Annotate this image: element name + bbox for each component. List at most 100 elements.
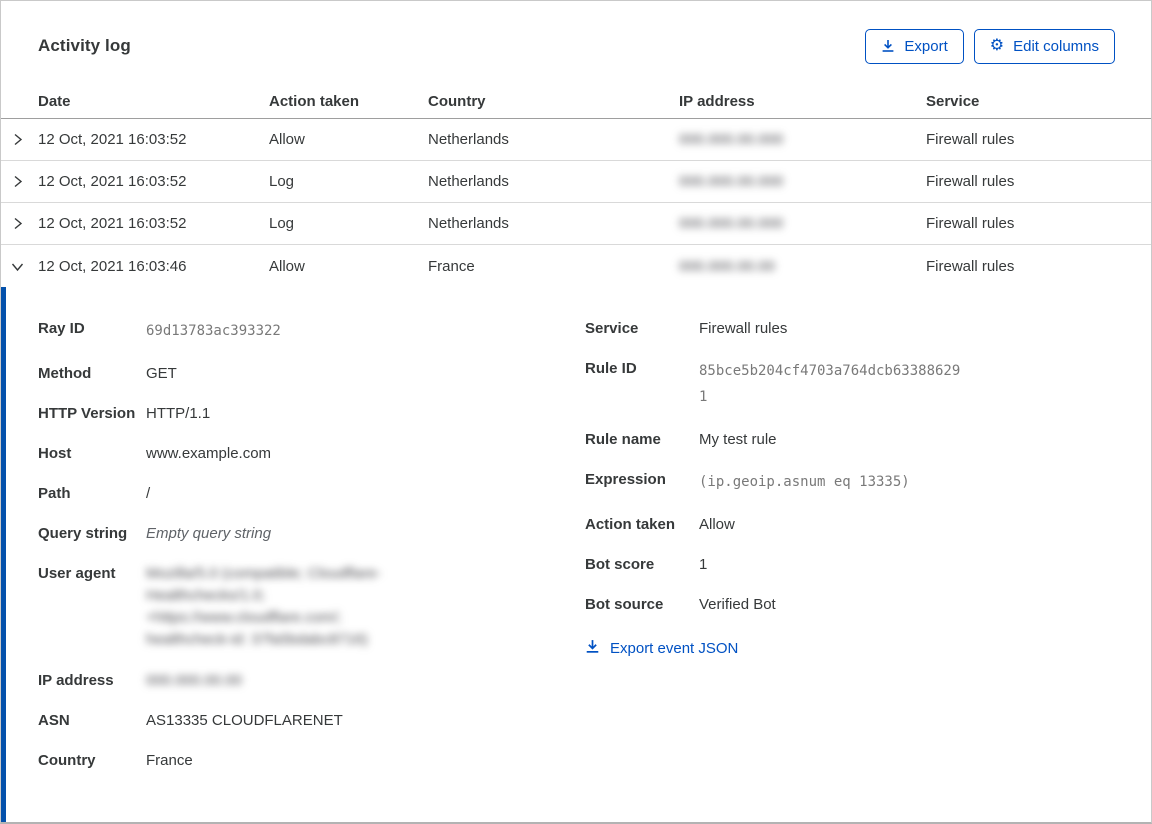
detail-left-column: Ray ID 69d13783ac393322 Method GET HTTP … bbox=[38, 318, 585, 822]
table-row[interactable]: 12 Oct, 2021 16:03:52 Log Netherlands 00… bbox=[1, 161, 1151, 203]
field-bot-score: Bot score 1 bbox=[585, 554, 1115, 575]
field-label: Bot source bbox=[585, 594, 699, 615]
field-service: Service Firewall rules bbox=[585, 318, 1115, 339]
toolbar-actions: Export ⚙ Edit columns bbox=[865, 29, 1115, 64]
field-value: Allow bbox=[699, 514, 1115, 535]
cell-service: Firewall rules bbox=[926, 131, 1151, 148]
field-method: Method GET bbox=[38, 363, 585, 384]
export-event-json-link[interactable]: Export event JSON bbox=[585, 639, 738, 658]
cell-country: France bbox=[428, 258, 679, 275]
field-label: Bot score bbox=[585, 554, 699, 575]
table-header: Date Action taken Country IP address Ser… bbox=[1, 91, 1151, 119]
cell-country: Netherlands bbox=[428, 131, 679, 148]
cell-date: 12 Oct, 2021 16:03:52 bbox=[38, 215, 269, 232]
event-detail-panel: Ray ID 69d13783ac393322 Method GET HTTP … bbox=[1, 287, 1151, 822]
cell-ip-address-redacted: 000.000.00.000 bbox=[679, 215, 783, 232]
field-ip-address: IP address 000.000.00.00 bbox=[38, 670, 585, 691]
cell-date: 12 Oct, 2021 16:03:46 bbox=[38, 258, 269, 275]
cell-service: Firewall rules bbox=[926, 173, 1151, 190]
export-button-label: Export bbox=[904, 38, 947, 55]
field-label: Service bbox=[585, 318, 699, 339]
field-label: ASN bbox=[38, 710, 146, 731]
column-header-country: Country bbox=[428, 93, 679, 116]
detail-right-column: Service Firewall rules Rule ID 85bce5b20… bbox=[585, 318, 1115, 822]
field-value: Firewall rules bbox=[699, 318, 1115, 339]
table-row[interactable]: 12 Oct, 2021 16:03:52 Log Netherlands 00… bbox=[1, 203, 1151, 245]
field-label: Action taken bbox=[585, 514, 699, 535]
field-value: (ip.geoip.asnum eq 13335) bbox=[699, 469, 1115, 495]
field-ray-id: Ray ID 69d13783ac393322 bbox=[38, 318, 585, 344]
chevron-down-icon bbox=[1, 259, 38, 274]
field-value-redacted: Mozilla/5.0 (compatible; Cloudflare-Heal… bbox=[146, 563, 418, 651]
field-bot-source: Bot source Verified Bot bbox=[585, 594, 1115, 615]
column-header-action-taken: Action taken bbox=[269, 93, 428, 116]
field-label: Query string bbox=[38, 523, 146, 544]
field-asn: ASN AS13335 CLOUDFLARENET bbox=[38, 710, 585, 731]
field-value: France bbox=[146, 750, 585, 771]
cell-ip-address-redacted: 000.000.00.00 bbox=[679, 258, 775, 275]
field-value: GET bbox=[146, 363, 585, 384]
field-label: Country bbox=[38, 750, 146, 771]
field-value: Empty query string bbox=[146, 523, 585, 544]
field-label: Path bbox=[38, 483, 146, 504]
activity-log-card: Activity log Export ⚙ Edit columns Date … bbox=[0, 0, 1152, 824]
field-label: Rule ID bbox=[585, 358, 699, 410]
cell-action-taken: Log bbox=[269, 215, 428, 232]
field-label: IP address bbox=[38, 670, 146, 691]
edit-columns-button-label: Edit columns bbox=[1013, 38, 1099, 55]
column-header-ip-address: IP address bbox=[679, 93, 926, 116]
field-path: Path / bbox=[38, 483, 585, 504]
field-value: HTTP/1.1 bbox=[146, 403, 585, 424]
field-rule-name: Rule name My test rule bbox=[585, 429, 1115, 450]
table-row-expanded[interactable]: 12 Oct, 2021 16:03:46 Allow France 000.0… bbox=[1, 245, 1151, 287]
field-label: Expression bbox=[585, 469, 699, 495]
field-label: Ray ID bbox=[38, 318, 146, 344]
chevron-right-icon bbox=[1, 132, 38, 147]
cell-action-taken: Allow bbox=[269, 131, 428, 148]
field-label: Method bbox=[38, 363, 146, 384]
page-title: Activity log bbox=[38, 36, 131, 56]
field-http-version: HTTP Version HTTP/1.1 bbox=[38, 403, 585, 424]
field-value: 1 bbox=[699, 554, 1115, 575]
field-value: 69d13783ac393322 bbox=[146, 318, 585, 344]
cell-ip-address-redacted: 000.000.00.000 bbox=[679, 131, 783, 148]
cell-service: Firewall rules bbox=[926, 215, 1151, 232]
field-value: My test rule bbox=[699, 429, 1115, 450]
field-label: HTTP Version bbox=[38, 403, 146, 424]
chevron-right-icon bbox=[1, 216, 38, 231]
field-value: 85bce5b204cf4703a764dcb633886291 bbox=[699, 358, 961, 410]
header-spacer bbox=[1, 102, 38, 108]
edit-columns-button[interactable]: ⚙ Edit columns bbox=[974, 29, 1115, 64]
cell-ip-address-redacted: 000.000.00.000 bbox=[679, 173, 783, 190]
chevron-right-icon bbox=[1, 174, 38, 189]
field-host: Host www.example.com bbox=[38, 443, 585, 464]
table-row[interactable]: 12 Oct, 2021 16:03:52 Allow Netherlands … bbox=[1, 119, 1151, 161]
gear-icon: ⚙ bbox=[990, 38, 1004, 54]
field-label: Host bbox=[38, 443, 146, 464]
field-value: / bbox=[146, 483, 585, 504]
cell-action-taken: Log bbox=[269, 173, 428, 190]
cell-action-taken: Allow bbox=[269, 258, 428, 275]
download-icon bbox=[585, 639, 600, 658]
export-event-json-label: Export event JSON bbox=[610, 640, 738, 657]
field-value: AS13335 CLOUDFLARENET bbox=[146, 710, 585, 731]
cell-country: Netherlands bbox=[428, 173, 679, 190]
export-button[interactable]: Export bbox=[865, 29, 963, 64]
field-value: Verified Bot bbox=[699, 594, 1115, 615]
topbar: Activity log Export ⚙ Edit columns bbox=[1, 1, 1151, 91]
column-header-date: Date bbox=[38, 93, 269, 116]
cell-country: Netherlands bbox=[428, 215, 679, 232]
cell-date: 12 Oct, 2021 16:03:52 bbox=[38, 131, 269, 148]
download-icon bbox=[881, 39, 895, 53]
field-label: Rule name bbox=[585, 429, 699, 450]
field-action-taken: Action taken Allow bbox=[585, 514, 1115, 535]
field-value: www.example.com bbox=[146, 443, 585, 464]
field-query-string: Query string Empty query string bbox=[38, 523, 585, 544]
field-country: Country France bbox=[38, 750, 585, 771]
field-rule-id: Rule ID 85bce5b204cf4703a764dcb633886291 bbox=[585, 358, 1115, 410]
field-user-agent: User agent Mozilla/5.0 (compatible; Clou… bbox=[38, 563, 585, 651]
field-value-redacted: 000.000.00.00 bbox=[146, 672, 242, 689]
cell-service: Firewall rules bbox=[926, 258, 1151, 275]
field-label: User agent bbox=[38, 563, 146, 651]
cell-date: 12 Oct, 2021 16:03:52 bbox=[38, 173, 269, 190]
